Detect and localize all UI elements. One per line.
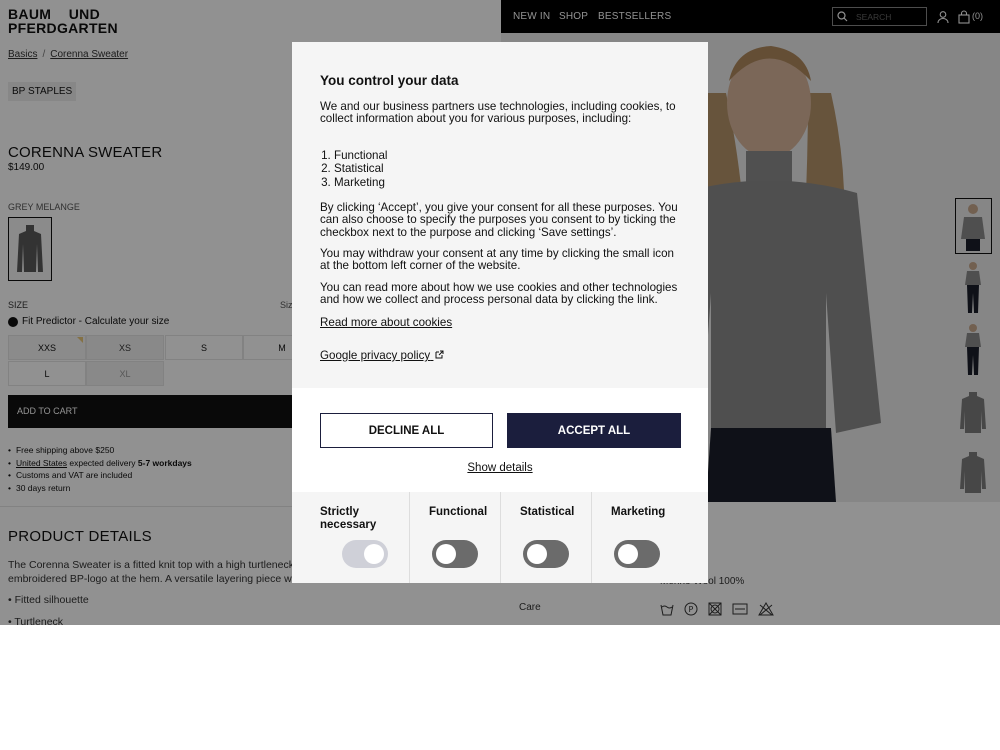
list-item: Marketing <box>334 176 388 189</box>
toggle-label: Marketing <box>611 506 666 518</box>
toggle-cell-strictly-necessary: Strictly necessary <box>292 492 410 583</box>
consent-accept-text: By clicking ‘Accept’, you give your cons… <box>320 201 678 239</box>
consent-actions: DECLINE ALL ACCEPT ALL Show details <box>292 388 708 492</box>
functional-toggle[interactable] <box>432 540 478 568</box>
purpose-list: Functional Statistical Marketing <box>334 149 388 189</box>
toggle-label: Strictly necessary <box>320 506 377 531</box>
list-item: Statistical <box>334 162 388 175</box>
toggle-knob <box>364 544 384 564</box>
consent-intro: We and our business partners use technol… <box>320 100 676 126</box>
google-privacy-link[interactable]: Google privacy policy <box>320 349 444 362</box>
toggle-cell-marketing: Marketing <box>592 492 708 583</box>
google-privacy-label: Google privacy policy <box>320 349 431 362</box>
consent-read-text: You can read more about how we use cooki… <box>320 281 678 307</box>
cookie-consent-dialog: You control your data We and our busines… <box>292 42 708 583</box>
marketing-toggle[interactable] <box>614 540 660 568</box>
toggle-knob <box>436 544 456 564</box>
toggle-label: Functional <box>429 506 488 518</box>
toggle-knob <box>527 544 547 564</box>
statistical-toggle[interactable] <box>523 540 569 568</box>
toggle-cell-statistical: Statistical <box>501 492 592 583</box>
external-link-icon <box>435 350 444 359</box>
toggle-cell-functional: Functional <box>410 492 501 583</box>
read-more-cookies-link[interactable]: Read more about cookies <box>320 316 452 329</box>
accept-all-button[interactable]: ACCEPT ALL <box>507 413 681 448</box>
toggle-label: Statistical <box>520 506 575 518</box>
toggle-knob <box>618 544 638 564</box>
decline-all-button[interactable]: DECLINE ALL <box>320 413 493 448</box>
show-details-link[interactable]: Show details <box>292 462 708 474</box>
consent-withdraw-text: You may withdraw your consent at any tim… <box>320 247 674 273</box>
consent-title: You control your data <box>320 73 459 88</box>
consent-category-toggles: Strictly necessary Functional Statistica… <box>292 492 708 583</box>
list-item: Functional <box>334 149 388 162</box>
strictly-necessary-toggle[interactable] <box>342 540 388 568</box>
